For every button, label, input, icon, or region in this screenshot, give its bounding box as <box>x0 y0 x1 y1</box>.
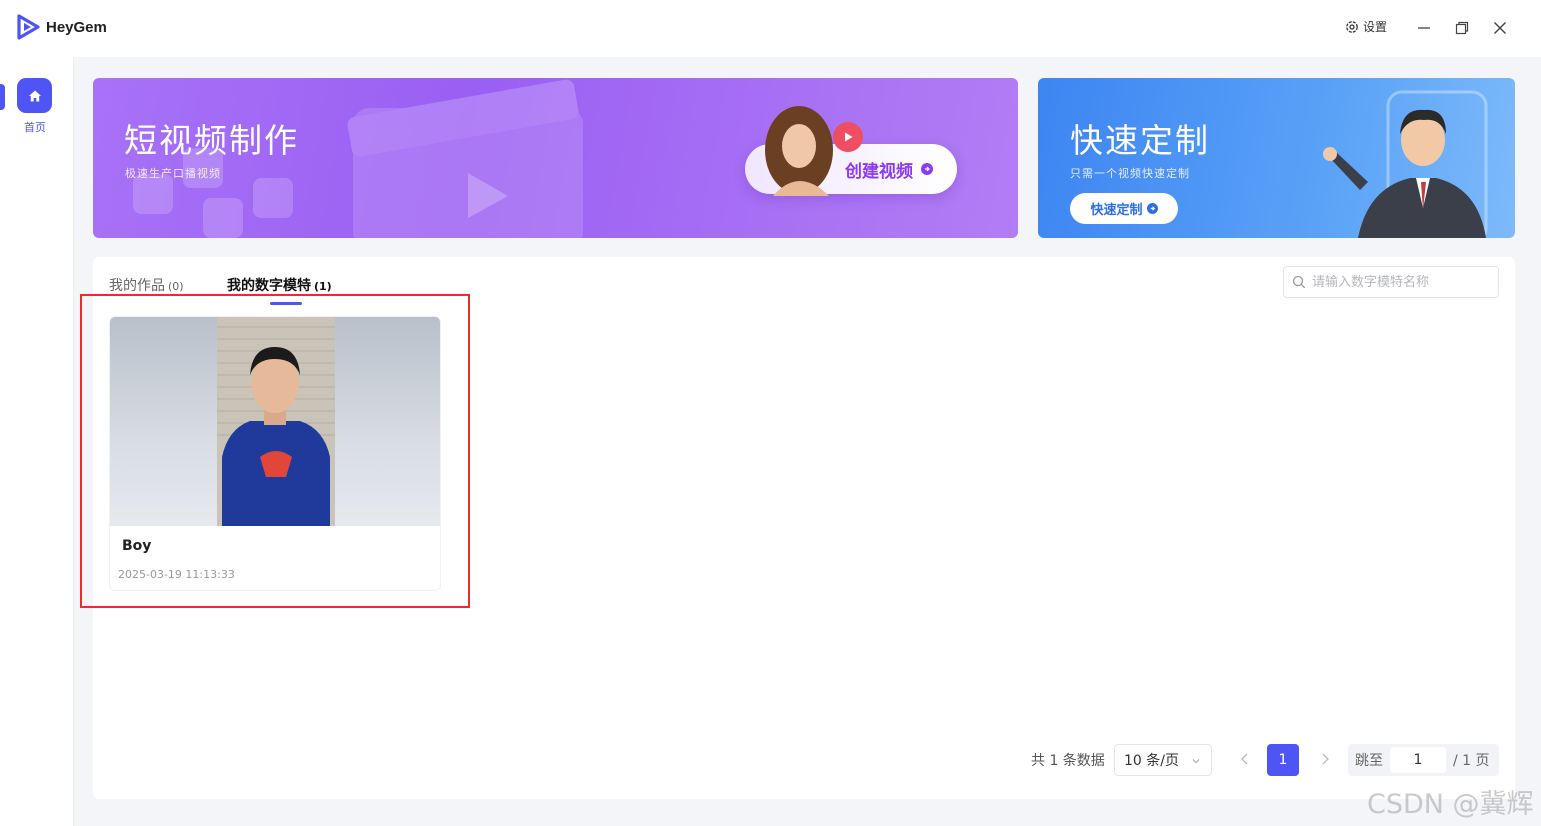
model-created-date: 2025-03-19 11:13:33 <box>118 568 235 581</box>
restore-icon <box>1455 21 1469 35</box>
settings-label: 设置 <box>1363 20 1388 34</box>
home-icon <box>28 90 41 101</box>
search-input[interactable] <box>1312 274 1492 290</box>
quick-custom-button[interactable]: 快速定制 <box>1070 193 1178 224</box>
page-size-value: 10 条/页 <box>1124 753 1179 769</box>
prev-page-button[interactable] <box>1237 751 1253 771</box>
jump-label: 跳至 <box>1355 753 1383 769</box>
arrow-right-icon <box>1146 203 1158 214</box>
short-video-banner[interactable]: 短视频制作 极速生产口播视频 创建视频 <box>93 78 1018 238</box>
model-name: Boy <box>122 538 152 554</box>
page-number-button[interactable]: 1 <box>1267 744 1299 776</box>
chevron-down-icon <box>1192 759 1200 764</box>
content-panel: 我的作品 (0) 我的数字模特 (1) 请输入数字模特名称 Boy 2025-0… <box>80 257 1515 799</box>
settings-button[interactable]: 设置 <box>1344 18 1387 35</box>
quick-custom-banner[interactable]: 快速定制 只需一个视频快速定制 快速定制 <box>1038 78 1515 238</box>
model-card[interactable]: Boy 2025-03-19 11:13:33 <box>109 316 441 591</box>
next-page-button[interactable] <box>1317 751 1333 771</box>
gear-icon <box>1346 20 1358 33</box>
tab-label: 我的数字模特 <box>227 278 311 294</box>
sidebar-item-home[interactable] <box>17 78 52 113</box>
page-size-select[interactable]: 10 条/页 <box>1114 744 1212 776</box>
app-logo: HeyGem <box>14 13 107 41</box>
total-pages: / 1 页 <box>1453 753 1490 769</box>
jump-to-page: 跳至 / 1 页 <box>1348 744 1499 776</box>
model-thumbnail <box>110 317 440 526</box>
heygem-logo-icon <box>17 14 40 40</box>
boy-video-frame-image <box>217 317 335 526</box>
search-box[interactable] <box>1283 266 1499 298</box>
minimize-button[interactable] <box>1412 16 1436 40</box>
watermark: CSDN @冀辉 <box>1367 789 1534 820</box>
pagination-total: 共 1 条数据 <box>1031 753 1105 769</box>
tab-count: (1) <box>314 280 332 293</box>
close-button[interactable] <box>1488 16 1512 40</box>
sidebar-item-label: 首页 <box>24 121 46 134</box>
create-video-label: 创建视频 <box>845 161 913 182</box>
tab-label: 我的作品 <box>109 278 165 294</box>
quick-custom-label: 快速定制 <box>1090 203 1143 218</box>
close-icon <box>1494 22 1506 34</box>
tab-my-works[interactable]: 我的作品 (0) <box>109 275 184 295</box>
chevron-left-icon <box>1241 753 1248 765</box>
quick-custom-subtitle: 只需一个视频快速定制 <box>1070 167 1190 180</box>
chevron-right-icon <box>1322 753 1329 765</box>
title-bar: HeyGem 设置 <box>0 0 1541 57</box>
arrow-right-icon <box>921 163 933 175</box>
short-video-subtitle: 极速生产口播视频 <box>125 167 221 180</box>
tab-my-digital-models[interactable]: 我的数字模特 (1) <box>227 275 332 295</box>
active-indicator <box>0 84 5 110</box>
restore-button[interactable] <box>1450 16 1474 40</box>
jump-page-input[interactable] <box>1390 747 1446 773</box>
minimize-icon <box>1418 27 1430 29</box>
short-video-title: 短视频制作 <box>124 121 299 160</box>
tab-count: (0) <box>168 280 184 293</box>
sidebar: 首页 <box>0 57 74 826</box>
app-name: HeyGem <box>46 18 107 36</box>
quick-custom-title: 快速定制 <box>1070 121 1210 160</box>
search-icon <box>1292 275 1306 289</box>
woman-avatar-image <box>765 106 833 196</box>
play-icon <box>833 122 863 152</box>
